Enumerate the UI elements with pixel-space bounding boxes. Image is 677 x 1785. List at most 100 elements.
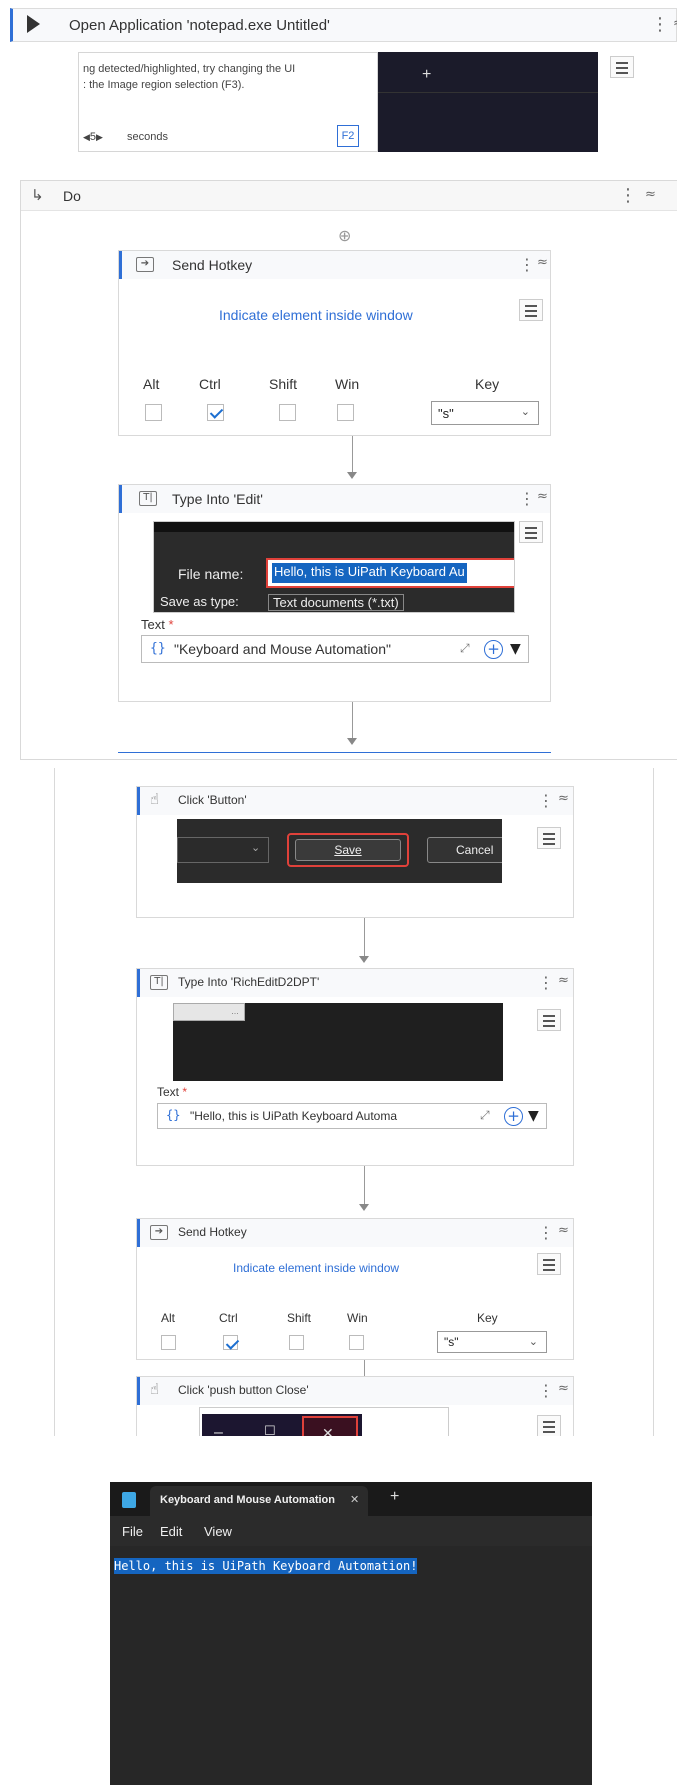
notepad-tab[interactable]: Keyboard and Mouse Automation ✕ bbox=[150, 1486, 368, 1516]
text-input[interactable]: {} "Hello, this is UiPath Keyboard Autom… bbox=[157, 1103, 547, 1129]
workflow-panel-top: Open Application 'notepad.exe Untitled' … bbox=[0, 0, 677, 760]
open-application-body: ng detected/highlighted, try changing th… bbox=[78, 52, 634, 152]
shift-checkbox[interactable] bbox=[289, 1335, 304, 1350]
type-into-rich-activity[interactable]: T| Type Into 'RichEditD2DPT' ⋮ ≈ … Text … bbox=[136, 968, 574, 1166]
increment-icon[interactable]: ▶ bbox=[96, 133, 103, 143]
indicate-element-link[interactable]: Indicate element inside window bbox=[233, 1261, 399, 1275]
notepad-titlebar: Keyboard and Mouse Automation ✕ + bbox=[110, 1482, 592, 1516]
alt-label: Alt bbox=[143, 376, 160, 392]
indicate-element-link[interactable]: Indicate element inside window bbox=[219, 307, 413, 323]
connector-line bbox=[352, 436, 353, 474]
type-into-collapse-icon[interactable]: ≈ bbox=[537, 489, 548, 504]
preview-file-name-field: Hello, this is UiPath Keyboard Au bbox=[266, 558, 514, 588]
send-hotkey-more-icon[interactable]: ⋮ bbox=[519, 255, 535, 274]
click-button-more-icon[interactable]: ⋮ bbox=[538, 791, 554, 810]
click-button-collapse-icon[interactable]: ≈ bbox=[558, 791, 569, 806]
add-variable-icon[interactable]: + bbox=[484, 640, 503, 659]
shift-label: Shift bbox=[287, 1311, 312, 1325]
type-into-icon: T| bbox=[150, 975, 168, 990]
ctrl-checkbox[interactable] bbox=[223, 1335, 238, 1350]
click-close-more-icon[interactable]: ⋮ bbox=[538, 1381, 554, 1400]
type-into-rich-collapse-icon[interactable]: ≈ bbox=[558, 973, 569, 988]
do-collapse-icon[interactable]: ≈ bbox=[645, 187, 656, 202]
chevron-down-icon: ⌄ bbox=[528, 1336, 538, 1348]
send-hotkey-activity-2[interactable]: ➔ Send Hotkey ⋮ ≈ Indicate element insid… bbox=[136, 1218, 574, 1360]
click-button-menu-icon[interactable] bbox=[537, 827, 561, 849]
key-value: "s" bbox=[438, 406, 454, 421]
required-mark: * bbox=[168, 617, 174, 632]
win-label: Win bbox=[347, 1311, 368, 1325]
connector-arrow-icon bbox=[347, 738, 357, 745]
type-into-rich-more-icon[interactable]: ⋮ bbox=[538, 973, 554, 992]
hint-text-1: ng detected/highlighted, try changing th… bbox=[83, 63, 296, 75]
key-dropdown[interactable]: "s" ⌄ bbox=[437, 1331, 547, 1353]
play-icon bbox=[27, 15, 40, 33]
next-activity-edge bbox=[118, 752, 551, 753]
decrement-icon[interactable]: ◀ bbox=[83, 133, 90, 143]
type-into-icon: T| bbox=[139, 491, 157, 506]
ctrl-label: Ctrl bbox=[219, 1311, 238, 1325]
key-label: Key bbox=[477, 1311, 498, 1325]
alt-checkbox[interactable] bbox=[161, 1335, 176, 1350]
add-activity-icon[interactable]: ⊕ bbox=[338, 226, 351, 245]
ctrl-label: Ctrl bbox=[199, 376, 221, 392]
type-into-rich-menu-icon[interactable] bbox=[537, 1009, 561, 1031]
do-title: Do bbox=[63, 188, 81, 204]
preview-file-name-value: Hello, this is UiPath Keyboard Au bbox=[272, 563, 467, 583]
click-close-collapse-icon[interactable]: ≈ bbox=[558, 1381, 569, 1396]
send-hotkey-menu-icon[interactable] bbox=[519, 299, 543, 321]
ctrl-checkbox[interactable] bbox=[207, 404, 224, 421]
hotkey-icon: ➔ bbox=[136, 257, 154, 272]
alt-checkbox[interactable] bbox=[145, 404, 162, 421]
more-options-icon[interactable]: ⋮ bbox=[651, 14, 669, 35]
click-button-activity[interactable]: ☝ Click 'Button' ⋮ ≈ ⌄ Save Cancel bbox=[136, 786, 574, 918]
win-label: Win bbox=[335, 376, 360, 392]
tab-close-icon[interactable]: ✕ bbox=[350, 1493, 359, 1506]
type-into-menu-icon[interactable] bbox=[519, 521, 543, 543]
send-hotkey-collapse-icon[interactable]: ≈ bbox=[537, 255, 548, 270]
collapse-icon[interactable]: ≈ bbox=[673, 16, 677, 31]
expand-editor-icon[interactable]: ⤢ bbox=[460, 641, 470, 656]
send-hotkey-activity[interactable]: ➔ Send Hotkey ⋮ ≈ Indicate element insid… bbox=[118, 250, 551, 436]
notepad-app-icon bbox=[122, 1492, 136, 1508]
text-input[interactable]: {} "Keyboard and Mouse Automation" ⤢ + ▼ bbox=[141, 635, 529, 663]
menu-icon[interactable] bbox=[610, 56, 634, 78]
new-tab-icon[interactable]: + bbox=[390, 1488, 399, 1506]
menu-view[interactable]: View bbox=[204, 1524, 232, 1539]
connector-arrow-icon bbox=[347, 472, 357, 479]
preview-close-icon: ✕ bbox=[322, 1426, 334, 1436]
notepad-editor[interactable]: Hello, this is UiPath Keyboard Automatio… bbox=[110, 1546, 592, 1785]
shift-checkbox[interactable] bbox=[279, 404, 296, 421]
hint-text-2: : the Image region selection (F3). bbox=[83, 79, 245, 91]
key-label: Key bbox=[475, 376, 500, 392]
send-hotkey-2-more-icon[interactable]: ⋮ bbox=[538, 1223, 554, 1242]
delay-stepper[interactable]: ◀5▶ bbox=[83, 131, 103, 143]
connector-line bbox=[364, 1166, 365, 1206]
expand-editor-icon[interactable]: ⤢ bbox=[480, 1108, 490, 1123]
type-into-more-icon[interactable]: ⋮ bbox=[519, 489, 535, 508]
click-close-menu-icon[interactable] bbox=[537, 1415, 561, 1436]
dropdown-icon[interactable]: ▼ bbox=[510, 641, 521, 657]
click-close-card[interactable]: ☝ Click 'push button Close' ⋮ ≈ – ☐ ✕ bbox=[136, 1376, 574, 1436]
send-hotkey-2-collapse-icon[interactable]: ≈ bbox=[558, 1223, 569, 1238]
win-checkbox[interactable] bbox=[349, 1335, 364, 1350]
win-checkbox[interactable] bbox=[337, 404, 354, 421]
expression-icon: {} bbox=[166, 1108, 181, 1122]
text-label: Text * bbox=[141, 617, 174, 632]
send-hotkey-2-menu-icon[interactable] bbox=[537, 1253, 561, 1275]
menu-file[interactable]: File bbox=[122, 1524, 143, 1539]
open-application-activity[interactable]: Open Application 'notepad.exe Untitled' … bbox=[10, 8, 677, 42]
text-label: Text * bbox=[157, 1085, 188, 1099]
do-arrow-icon: ↳ bbox=[31, 186, 44, 204]
preview-maximize-icon: ☐ bbox=[264, 1424, 276, 1436]
dropdown-icon[interactable]: ▼ bbox=[528, 1108, 539, 1124]
key-value: "s" bbox=[444, 1335, 459, 1349]
add-variable-icon[interactable]: + bbox=[504, 1107, 523, 1126]
type-into-edit-activity[interactable]: T| Type Into 'Edit' ⋮ ≈ File name: Hello… bbox=[118, 484, 551, 702]
preview-save-button: Save bbox=[287, 833, 409, 867]
do-more-icon[interactable]: ⋮ bbox=[619, 185, 637, 206]
key-dropdown[interactable]: "s" ⌄ bbox=[431, 401, 539, 425]
f2-hotkey-badge[interactable]: F2 bbox=[337, 125, 359, 147]
menu-edit[interactable]: Edit bbox=[160, 1524, 182, 1539]
preview-minimize-icon: – bbox=[214, 1424, 223, 1436]
